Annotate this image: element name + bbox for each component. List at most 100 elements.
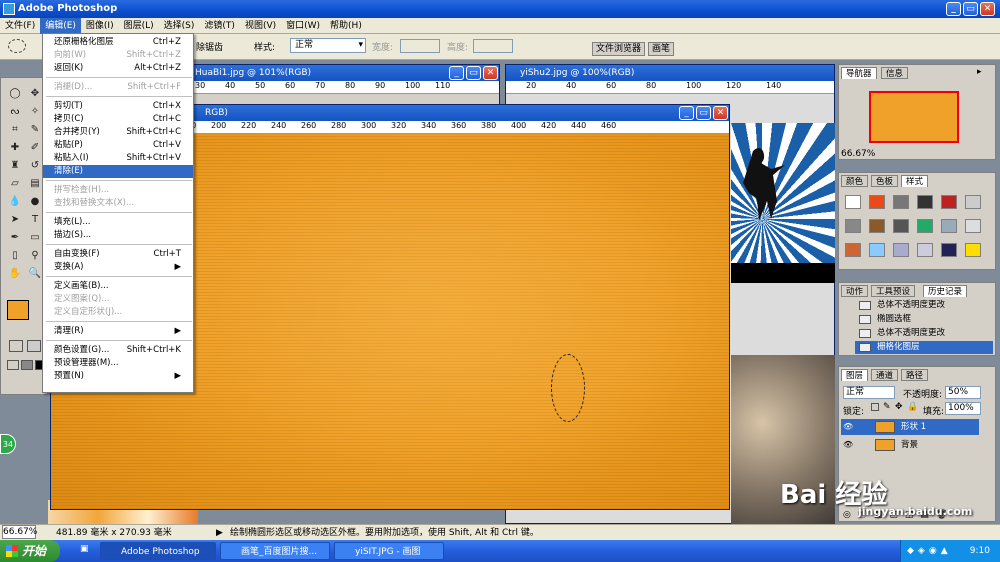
style-select[interactable]: 正常 ▾	[290, 38, 366, 53]
style-swatch[interactable]	[917, 219, 933, 233]
ellipse-marquee-icon[interactable]	[8, 39, 26, 53]
doc-close-button[interactable]: ✕	[483, 66, 498, 80]
lock-transparent-icon[interactable]	[871, 403, 879, 411]
minimize-button[interactable]: _	[946, 2, 961, 16]
style-swatch[interactable]	[893, 243, 909, 257]
edit-menu-item[interactable]: 合并拷贝(Y) Shift+Ctrl+C	[43, 126, 193, 139]
edit-menu-item[interactable]: 粘贴入(I) Shift+Ctrl+V	[43, 152, 193, 165]
navigator-thumbnail[interactable]	[869, 91, 959, 143]
crop-tool-icon[interactable]: ⌗	[5, 122, 25, 137]
tab-navigator[interactable]: 导航器	[841, 67, 877, 79]
antialias-checkbox-label[interactable]: 除锯齿	[196, 40, 223, 53]
edit-menu-item[interactable]: 定义画笔(B)...	[43, 280, 193, 293]
style-swatch[interactable]	[845, 243, 861, 257]
maximize-button[interactable]: ▭	[963, 2, 978, 16]
tab-channels[interactable]: 通道	[871, 369, 899, 381]
edit-menu-item[interactable]: 描边(S)...	[43, 229, 193, 242]
opacity-input[interactable]: 50%	[945, 386, 981, 399]
main-maximize-button[interactable]: ▭	[696, 106, 711, 120]
pen-tool-icon[interactable]: ✒	[5, 230, 25, 245]
tab-paths[interactable]: 路径	[901, 369, 929, 381]
menu-window[interactable]: 窗口(W)	[281, 18, 325, 34]
tab-layers[interactable]: 图层	[841, 369, 869, 381]
file-browser-tab[interactable]: 文件浏览器	[592, 42, 646, 56]
lock-all-icon[interactable]: 🔒	[907, 402, 918, 412]
edit-menu-item[interactable]: 消褪(D)... Shift+Ctrl+F	[43, 81, 193, 94]
task-browser[interactable]: 画笔_百度图片搜...	[220, 542, 330, 560]
tab-info[interactable]: 信息	[881, 67, 909, 79]
marquee-tool-icon[interactable]: ◯	[5, 86, 25, 101]
screen-mode-full-menu-icon[interactable]	[21, 360, 33, 370]
edit-menu-item[interactable]: 定义自定形状(J)...	[43, 306, 193, 319]
show-desktop-icon[interactable]: ▣	[80, 544, 89, 554]
task-photoshop[interactable]: Adobe Photoshop	[100, 542, 216, 560]
tray-icons[interactable]: ◆◈◉▲	[907, 540, 952, 562]
menu-select[interactable]: 选择(S)	[159, 18, 200, 34]
style-swatch[interactable]	[845, 195, 861, 209]
status-zoom[interactable]: 66.67%	[2, 525, 37, 539]
style-swatch[interactable]	[893, 195, 909, 209]
edit-menu-item[interactable]: 自由变换(F) Ctrl+T	[43, 248, 193, 261]
style-swatch[interactable]	[917, 195, 933, 209]
history-item[interactable]: 总体不透明度更改	[855, 299, 993, 312]
eye-icon[interactable]: 👁	[843, 419, 853, 435]
task-paint[interactable]: yiSIT.JPG - 画图	[334, 542, 444, 560]
brushes-tab[interactable]: 画笔	[648, 42, 675, 56]
lock-move-icon[interactable]: ✥	[895, 402, 903, 412]
path-select-icon[interactable]: ➤	[5, 212, 25, 227]
standard-mode-icon[interactable]	[9, 340, 23, 352]
menu-edit[interactable]: 编辑(E)	[40, 18, 81, 34]
history-item[interactable]: 椭圆选框	[855, 313, 993, 326]
style-swatch[interactable]	[869, 219, 885, 233]
menu-layer[interactable]: 图层(L)	[119, 18, 159, 34]
screen-mode-standard-icon[interactable]	[7, 360, 19, 370]
doc-maximize-button[interactable]: ▭	[466, 66, 481, 80]
edit-menu-item[interactable]: 预设管理器(M)...	[43, 357, 193, 370]
style-swatch[interactable]	[917, 243, 933, 257]
eraser-tool-icon[interactable]: ▱	[5, 176, 25, 191]
doc-minimize-button[interactable]: _	[449, 66, 464, 80]
menu-help[interactable]: 帮助(H)	[325, 18, 367, 34]
edit-menu-item[interactable]: 还原栅格化图层 Ctrl+Z	[43, 36, 193, 49]
menu-view[interactable]: 视图(V)	[240, 18, 281, 34]
eye-icon[interactable]: 👁	[843, 437, 853, 453]
tab-color[interactable]: 颜色	[841, 175, 869, 187]
hand-tool-icon[interactable]: ✋	[5, 266, 25, 281]
tab-tool-presets[interactable]: 工具预设	[871, 285, 916, 297]
style-swatch[interactable]	[893, 219, 909, 233]
lock-paint-icon[interactable]: ✎	[883, 402, 891, 412]
edit-menu-item[interactable]: 清理(R) ▶	[43, 325, 193, 338]
height-input[interactable]	[473, 39, 513, 53]
layer-row[interactable]: 👁 形状 1	[841, 419, 979, 435]
menu-filter[interactable]: 滤镜(T)	[199, 18, 240, 34]
start-button[interactable]: 开始	[0, 540, 60, 562]
style-swatch[interactable]	[869, 195, 885, 209]
blur-tool-icon[interactable]: 💧	[5, 194, 25, 209]
style-swatch[interactable]	[965, 219, 981, 233]
blend-mode-select[interactable]: 正常	[843, 386, 895, 399]
edit-menu-item[interactable]: 返回(K) Alt+Ctrl+Z	[43, 62, 193, 75]
quickmask-mode-icon[interactable]	[27, 340, 41, 352]
width-input[interactable]	[400, 39, 440, 53]
menu-image[interactable]: 图像(I)	[81, 18, 119, 34]
menu-file[interactable]: 文件(F)	[0, 18, 40, 34]
lasso-tool-icon[interactable]: ᔓ	[5, 104, 25, 119]
style-swatch[interactable]	[965, 243, 981, 257]
history-item[interactable]: 栅格化图层	[855, 341, 993, 354]
edit-menu-item[interactable]: 查找和替换文本(X)...	[43, 197, 193, 210]
layer-row[interactable]: 👁 背景	[841, 437, 979, 453]
status-doc-size[interactable]: 481.89 毫米 x 270.93 毫米	[56, 525, 172, 541]
edit-menu-item[interactable]: 清除(E)	[43, 165, 193, 178]
style-swatch[interactable]	[869, 243, 885, 257]
style-swatch[interactable]	[941, 219, 957, 233]
edit-menu-item[interactable]: 剪切(T) Ctrl+X	[43, 100, 193, 113]
style-swatch[interactable]	[941, 243, 957, 257]
navigator-zoom[interactable]: 66.67%	[841, 149, 875, 159]
notes-tool-icon[interactable]: ▯	[5, 248, 25, 263]
style-swatch[interactable]	[845, 219, 861, 233]
tab-history[interactable]: 历史记录	[923, 285, 968, 297]
main-close-button[interactable]: ✕	[713, 106, 728, 120]
edit-menu-item[interactable]: 定义图案(Q)...	[43, 293, 193, 306]
foreground-color-swatch[interactable]	[7, 300, 29, 320]
close-button[interactable]: ✕	[980, 2, 995, 16]
